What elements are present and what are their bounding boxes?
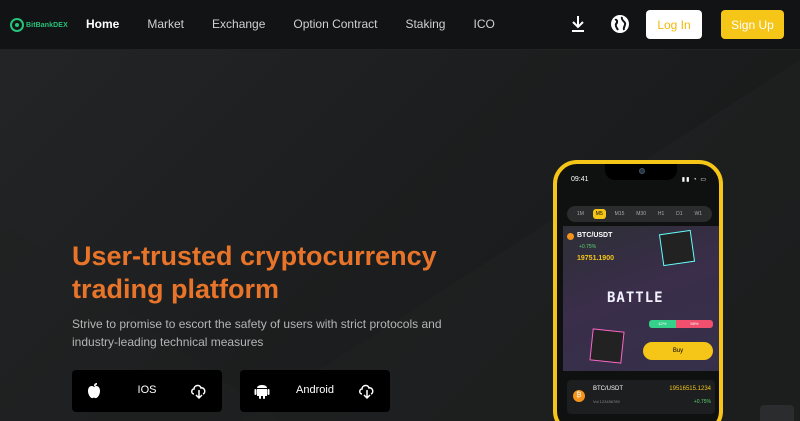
logo-text: BitBankDEX — [26, 21, 68, 29]
top-navbar: BitBankDEX Home Market Exchange Option C… — [0, 0, 800, 50]
pair-change: +0.75% — [579, 244, 597, 250]
nav-exchange[interactable]: Exchange — [212, 17, 265, 31]
battle-label: BATTLE — [607, 290, 664, 306]
tab-d1[interactable]: D1 — [673, 209, 685, 219]
row-pair: BTC/USDT — [593, 386, 623, 392]
battle-banner: BTC/USDT +0.75% 19751.1900 BATTLE 42% 58… — [563, 226, 719, 371]
logo[interactable]: BitBankDEX — [10, 16, 68, 34]
cloud-download-icon — [191, 384, 206, 400]
scroll-top-button[interactable] — [760, 405, 794, 421]
btc-coin-icon: ₿ — [573, 390, 585, 402]
login-button[interactable]: Log In — [646, 10, 702, 39]
market-row[interactable]: ₿ BTC/USDT Vol 123456789 19516515.1234 +… — [567, 380, 715, 414]
nav-market[interactable]: Market — [147, 17, 184, 31]
buy-button[interactable]: Buy — [643, 342, 713, 360]
cloud-download-icon — [359, 384, 374, 400]
phone-notch — [605, 164, 677, 180]
tab-h1[interactable]: H1 — [655, 209, 667, 219]
camera-icon — [639, 168, 645, 174]
row-change: +0.75% — [693, 399, 711, 405]
battle-card-image — [658, 229, 696, 267]
signup-button[interactable]: Sign Up — [721, 10, 784, 39]
tab-1m[interactable]: 1M — [574, 209, 587, 219]
android-download-button[interactable]: Android — [240, 370, 390, 412]
tab-m30[interactable]: M30 — [633, 209, 649, 219]
phone-screen: 09:41 ▮▮ ◔ ▭ 1M M5 M15 M30 H1 D1 W1 BTC/… — [563, 164, 719, 421]
phone-mockup: 09:41 ▮▮ ◔ ▭ 1M M5 M15 M30 H1 D1 W1 BTC/… — [553, 160, 723, 421]
btc-coin-icon — [567, 233, 574, 240]
globe-icon[interactable] — [610, 14, 630, 34]
tab-m15[interactable]: M15 — [612, 209, 628, 219]
pair-name: BTC/USDT — [577, 232, 613, 239]
ios-download-button[interactable]: IOS — [72, 370, 222, 412]
battle-ratio-bar: 42% 58% — [649, 320, 713, 328]
logo-mark-icon — [10, 18, 24, 32]
phone-time: 09:41 — [571, 176, 589, 183]
nav-ico[interactable]: ICO — [473, 17, 494, 31]
main-nav: Home Market Exchange Option Contract Sta… — [86, 17, 523, 31]
tab-w1[interactable]: W1 — [691, 209, 705, 219]
row-volume: Vol 123456789 — [593, 399, 620, 404]
ratio-green: 42% — [649, 320, 676, 328]
download-icon[interactable] — [570, 15, 586, 33]
hero-title: User-trusted cryptocurrency trading plat… — [72, 241, 437, 304]
nav-home[interactable]: Home — [86, 17, 119, 31]
hero-subtitle: Strive to promise to escort the safety o… — [72, 317, 442, 349]
signal-battery-icon: ▮▮ ◔ ▭ — [681, 177, 707, 183]
nav-option-contract[interactable]: Option Contract — [293, 17, 377, 31]
pair-price: 19751.1900 — [577, 255, 614, 262]
row-price: 19516515.1234 — [669, 386, 711, 392]
timeframe-tabs: 1M M5 M15 M30 H1 D1 W1 — [567, 206, 712, 222]
battle-card-image — [589, 328, 625, 364]
ratio-red: 58% — [675, 320, 713, 328]
tab-m5[interactable]: M5 — [592, 209, 606, 219]
nav-staking[interactable]: Staking — [405, 17, 445, 31]
